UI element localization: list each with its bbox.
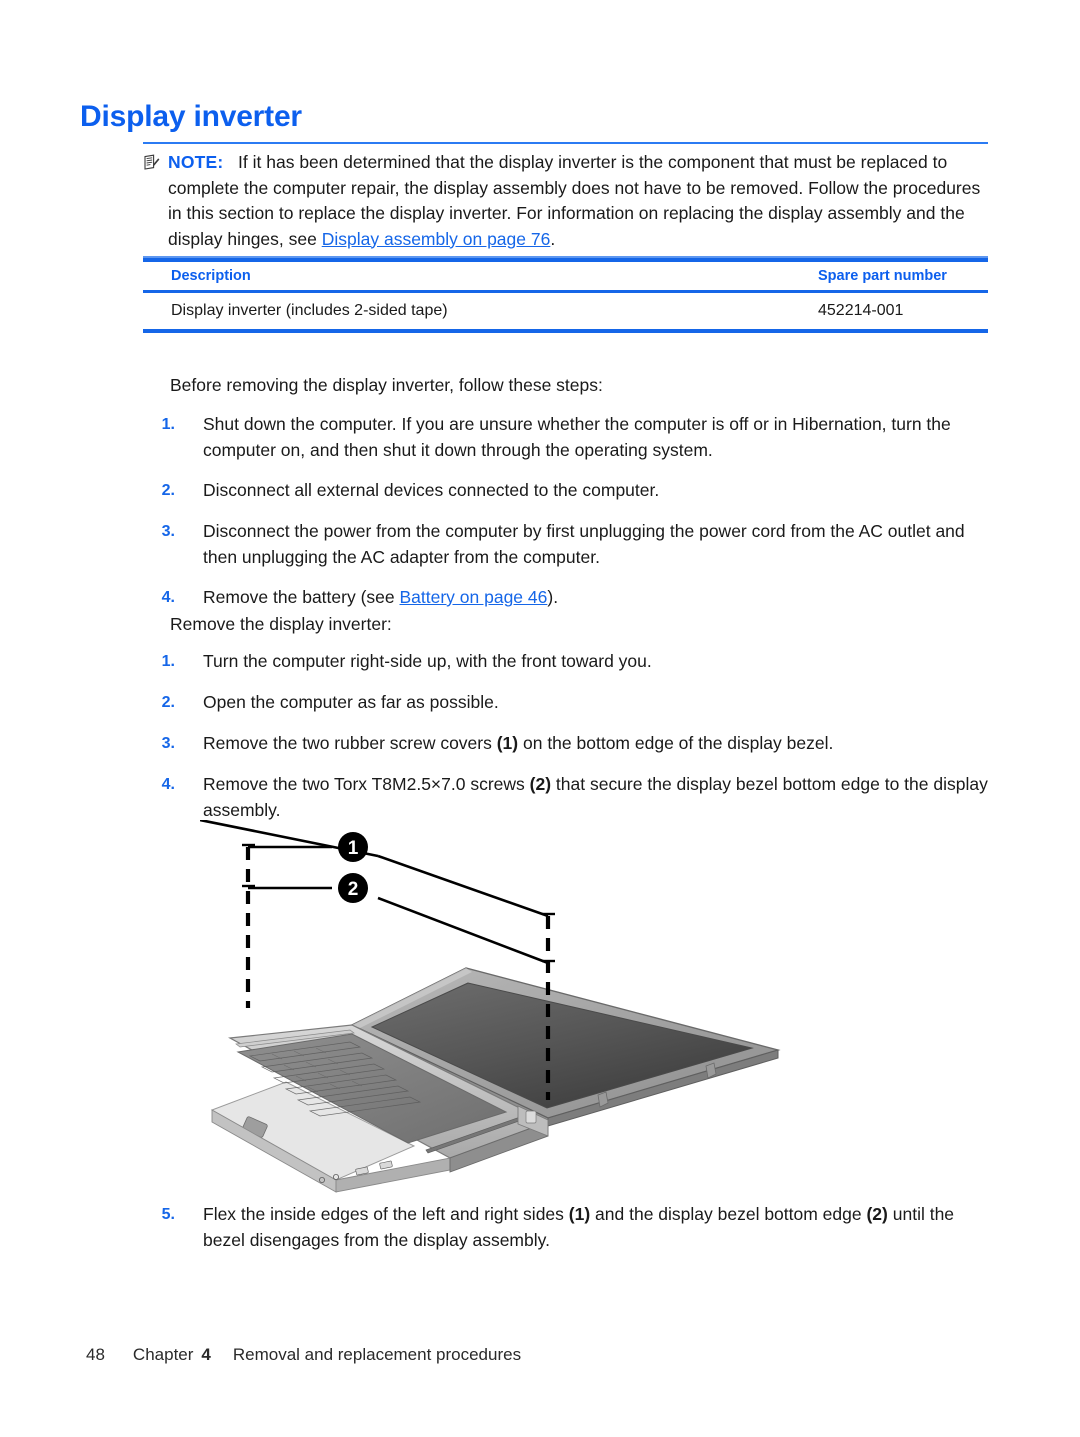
table-row: Display inverter (includes 2-sided tape)… xyxy=(143,293,988,329)
footer-chapter-number: 4 xyxy=(201,1345,211,1364)
list-item: 4. Remove the two Torx T8M2.5×7.0 screws… xyxy=(143,771,988,823)
note-callout: NOTE: If it has been determined that the… xyxy=(143,142,988,258)
list-item-text-before: Remove the battery (see xyxy=(203,587,400,607)
callout-bubble-1: 1 xyxy=(338,832,368,862)
callout-bubble-1-label: 1 xyxy=(348,838,359,859)
list-item-number: 1. xyxy=(161,653,175,670)
list-item-text: Disconnect the power from the computer b… xyxy=(203,521,965,567)
list-item: 3. Disconnect the power from the compute… xyxy=(143,518,988,570)
list-item-text: Turn the computer right-side up, with th… xyxy=(203,651,652,671)
laptop-illustration: 1 2 xyxy=(199,818,800,1200)
note-label: NOTE: xyxy=(168,152,224,172)
list-item-text-after: ). xyxy=(547,587,559,607)
list-item-number: 4. xyxy=(161,776,175,793)
note-pad-icon xyxy=(143,153,160,170)
callout-bubble-2: 2 xyxy=(338,873,368,903)
list-item-text: Disconnect all external devices connecte… xyxy=(203,480,660,500)
footer-chapter-title: Removal and replacement procedures xyxy=(232,1345,522,1364)
note-cross-reference-link[interactable]: Display assembly on page 76 xyxy=(322,229,551,249)
remove-inverter-intro: Remove the display inverter: xyxy=(170,614,392,634)
list-item-text-before: Remove the two rubber screw covers xyxy=(203,733,497,753)
table-header-spare-part-number: Spare part number xyxy=(818,268,947,284)
callout-reference-2: (2) xyxy=(866,1204,888,1224)
list-item-text-after: on the bottom edge of the display bezel. xyxy=(518,733,834,753)
callout-pointers xyxy=(199,818,549,965)
table-header-row: Description Spare part number xyxy=(143,262,988,290)
note-paragraph-2: . xyxy=(550,228,556,249)
list-item: 4. Remove the battery (see Battery on pa… xyxy=(143,584,988,611)
remove-inverter-steps: 1. Turn the computer right-side up, with… xyxy=(143,648,988,823)
list-item-number: 2. xyxy=(161,694,175,711)
list-item: 1. Shut down the computer. If you are un… xyxy=(143,411,988,463)
cell-description: Display inverter (includes 2-sided tape) xyxy=(171,302,448,319)
final-step-text-mid: and the display bezel bottom edge xyxy=(590,1204,867,1224)
list-item: 5. Flex the inside edges of the left and… xyxy=(143,1201,988,1253)
list-item-number: 3. xyxy=(161,735,175,752)
table-bottom-rule xyxy=(143,329,988,333)
list-item-text: Remove the two Torx T8M2.5×7.0 screws (2… xyxy=(203,771,988,823)
footer-chapter-word: Chapter xyxy=(132,1345,194,1364)
list-item-number: 2. xyxy=(161,482,175,499)
battery-cross-reference-link[interactable]: Battery on page 46 xyxy=(399,587,547,607)
list-item-text: Flex the inside edges of the left and ri… xyxy=(203,1201,988,1253)
list-item-text-before: Remove the two Torx T8M2.5×7.0 screws xyxy=(203,774,530,794)
final-step-text-before: Flex the inside edges of the left and ri… xyxy=(203,1204,569,1224)
spare-parts-table: Description Spare part number Display in… xyxy=(143,258,988,333)
list-item: 2. Disconnect all external devices conne… xyxy=(143,477,988,504)
callout-reference: (2) xyxy=(529,774,552,794)
before-removing-steps: 1. Shut down the computer. If you are un… xyxy=(143,411,988,611)
page-title: Display inverter xyxy=(80,100,302,133)
list-item-number: 1. xyxy=(161,416,175,433)
note-paragraph-1: If it has been determined that the displ… xyxy=(168,152,981,249)
list-item: 3. Remove the two rubber screw covers (1… xyxy=(143,730,988,757)
list-item: 2. Open the computer as far as possible. xyxy=(143,689,988,716)
cell-spare-part-number: 452214-001 xyxy=(818,302,904,319)
list-item-text: Remove the two rubber screw covers (1) o… xyxy=(203,730,988,756)
list-item-number: 4. xyxy=(161,589,175,606)
callout-reference: (1) xyxy=(496,733,519,753)
document-page: Display inverter NOTE: If it has been de… xyxy=(0,0,1080,1437)
note-text: NOTE: If it has been determined that the… xyxy=(143,150,988,252)
list-item-text: Open the computer as far as possible. xyxy=(203,692,499,712)
list-item-number: 3. xyxy=(161,523,175,540)
callout-reference-1: (1) xyxy=(568,1204,591,1224)
footer-page-number: 48 xyxy=(86,1345,105,1364)
list-item-text: Remove the battery (see Battery on page … xyxy=(203,584,988,610)
list-item: 1. Turn the computer right-side up, with… xyxy=(143,648,988,675)
note-body: NOTE: If it has been determined that the… xyxy=(143,144,988,256)
final-step-list: 5. Flex the inside edges of the left and… xyxy=(143,1201,988,1253)
table-header-description: Description xyxy=(171,268,251,284)
page-footer: 48 Chapter 4 Removal and replacement pro… xyxy=(86,1345,521,1365)
before-removing-intro: Before removing the display inverter, fo… xyxy=(170,375,603,395)
list-item-text: Shut down the computer. If you are unsur… xyxy=(203,414,951,460)
callout-bubble-2-label: 2 xyxy=(348,879,359,900)
list-item-number: 5. xyxy=(161,1206,175,1223)
